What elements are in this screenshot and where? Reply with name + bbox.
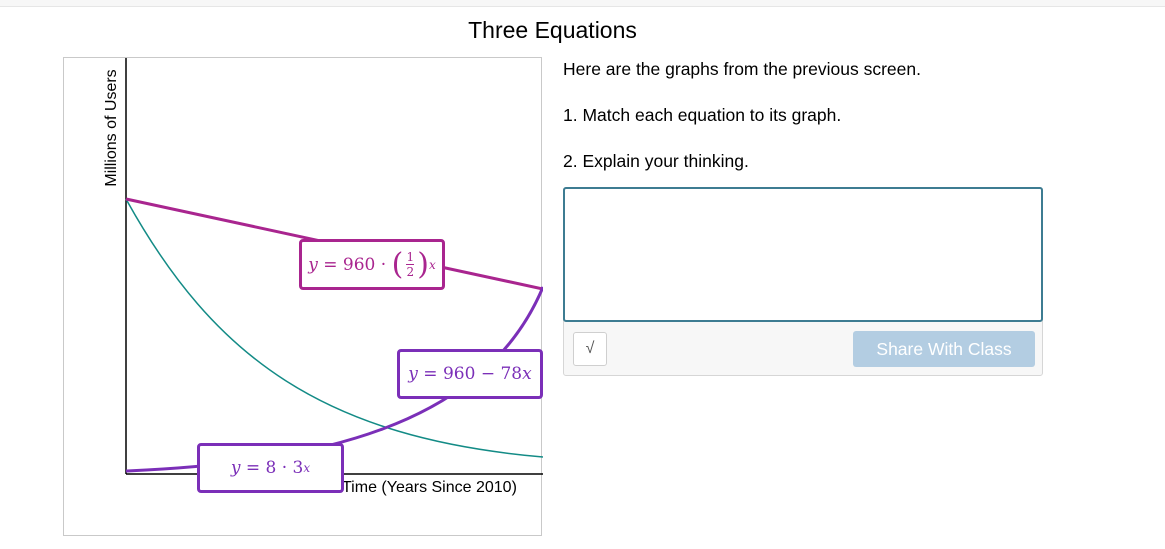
eq3-exponent: x — [303, 461, 311, 475]
eq2-rhs: 960 − 78 — [442, 364, 523, 384]
response-textarea[interactable] — [563, 187, 1043, 322]
eq1-coef: 960 — [342, 254, 376, 275]
eq1-exponent: x — [429, 257, 436, 272]
eq1-fraction: 12 — [406, 250, 415, 279]
page-title: Three Equations — [468, 17, 637, 43]
equation-card-2[interactable]: y = 960 − 78 x — [397, 349, 543, 399]
instruction-line-1: Here are the graphs from the previous sc… — [563, 59, 921, 79]
eq3-rhs: 8 · 3 — [265, 458, 304, 478]
eq1-lhs: y — [308, 254, 318, 275]
equation-card-1[interactable]: y = 960 · (1 2) x — [299, 239, 445, 290]
eq3-lhs: y — [230, 458, 241, 478]
x-axis-label: Time (Years Since 2010) — [342, 479, 517, 496]
equation-card-3[interactable]: y = 8 · 3x — [197, 443, 344, 493]
y-axis-label: Millions of Users — [103, 69, 120, 187]
eq2-lhs: y — [408, 364, 418, 384]
top-bar — [0, 0, 1165, 7]
instruction-line-2: 1. Match each equation to its graph. — [563, 105, 842, 125]
response-panel: √ Share With Class — [563, 187, 1043, 376]
square-root-icon: √ — [585, 340, 595, 357]
instruction-line-3: 2. Explain your thinking. — [563, 151, 749, 171]
eq2-var: x — [522, 364, 532, 384]
share-with-class-button[interactable]: Share With Class — [853, 331, 1035, 367]
teal-curve — [125, 198, 543, 458]
math-input-button[interactable]: √ — [573, 332, 607, 366]
